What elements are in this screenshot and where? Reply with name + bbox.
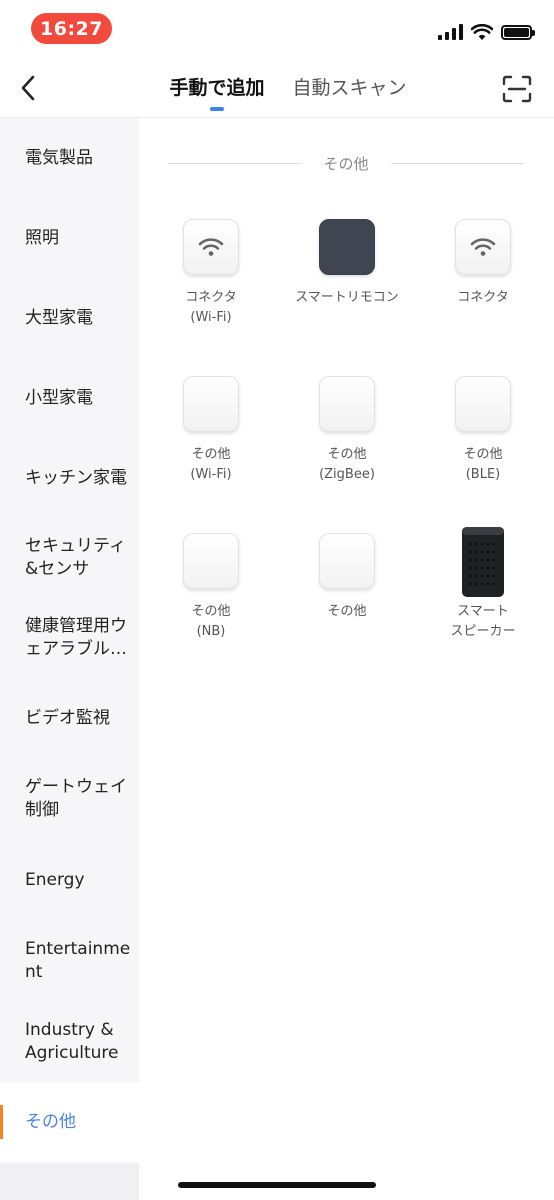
blank-device-icon xyxy=(319,376,375,432)
device-other[interactable]: その他 xyxy=(282,533,412,622)
scan-icon xyxy=(502,75,532,103)
device-name: その他 xyxy=(463,447,503,462)
device-name: その他 xyxy=(191,604,231,619)
blank-device-icon xyxy=(183,533,239,589)
sidebar-item-label: ビデオ監視 xyxy=(25,707,110,728)
blank-device-icon xyxy=(319,533,375,589)
sidebar-item-label: その他 xyxy=(25,1111,76,1132)
section-title: その他 xyxy=(323,155,369,173)
tab-bar: 手動で追加 自動スキャン xyxy=(0,72,554,111)
wifi-icon xyxy=(183,219,239,275)
device-label: その他 (BLE) xyxy=(463,445,502,485)
device-name-line2: スピーカー xyxy=(450,624,516,639)
divider xyxy=(168,163,302,164)
sidebar-item-label: 大型家電 xyxy=(25,307,93,328)
divider xyxy=(390,163,525,164)
sidebar-item-lighting[interactable]: 照明 xyxy=(0,198,139,278)
device-smart-speaker[interactable]: スマート スピーカー xyxy=(418,527,548,642)
sidebar-item-industry-agriculture[interactable]: Industry & Agriculture xyxy=(0,1002,139,1082)
device-label: スマートリモコン xyxy=(295,288,399,308)
device-protocol: (BLE) xyxy=(465,467,501,482)
device-name: その他 xyxy=(327,447,367,462)
sidebar-item-large-appliances[interactable]: 大型家電 xyxy=(0,278,139,358)
category-sidebar: 電気製品 照明 大型家電 小型家電 キッチン家電 セキュリティ&センサ 健康管理… xyxy=(0,118,139,1164)
tab-label: 手動で追加 xyxy=(169,77,265,99)
tab-manual-add[interactable]: 手動で追加 xyxy=(169,72,265,111)
selected-indicator xyxy=(0,1105,3,1139)
device-name: コネクタ xyxy=(185,290,237,305)
sidebar-item-label: 小型家電 xyxy=(25,387,93,408)
sidebar-item-label: Industry & Agriculture xyxy=(25,1020,119,1063)
blank-device-icon xyxy=(183,376,239,432)
tab-label: 自動スキャン xyxy=(292,77,407,99)
blank-device-icon xyxy=(455,376,511,432)
sidebar-item-small-appliances[interactable]: 小型家電 xyxy=(0,358,139,438)
device-connector-wifi[interactable]: コネクタ (Wi-Fi) xyxy=(146,219,276,328)
device-label: コネクタ xyxy=(457,288,508,308)
tab-active-indicator xyxy=(209,107,224,111)
section-header: その他 xyxy=(168,153,525,174)
remote-icon xyxy=(319,219,375,275)
scan-button[interactable] xyxy=(502,75,532,103)
device-protocol: (ZigBee) xyxy=(319,467,375,482)
sidebar-item-other[interactable]: その他 xyxy=(0,1082,139,1162)
device-name: スマートリモコン xyxy=(295,290,399,305)
device-label: その他 (ZigBee) xyxy=(319,445,375,485)
sidebar-item-health-wearables[interactable]: 健康管理用ウェアラブル… xyxy=(0,598,139,678)
device-protocol: (Wi-Fi) xyxy=(190,467,232,482)
status-bar: 16:27 xyxy=(0,0,554,56)
device-other-zigbee[interactable]: その他 (ZigBee) xyxy=(282,376,412,485)
sidebar-item-label: ゲートウェイ制御 xyxy=(25,777,127,820)
speaker-icon xyxy=(461,527,505,597)
device-other-wifi[interactable]: その他 (Wi-Fi) xyxy=(146,376,276,485)
device-label: コネクタ (Wi-Fi) xyxy=(185,288,236,328)
sidebar-item-label: 健康管理用ウェアラブル… xyxy=(25,616,127,659)
sidebar-item-energy[interactable]: Energy xyxy=(0,840,139,920)
sidebar-item-gateway-control[interactable]: ゲートウェイ制御 xyxy=(0,758,139,840)
sidebar-item-video-surveillance[interactable]: ビデオ監視 xyxy=(0,678,139,758)
device-label: その他 xyxy=(327,602,366,622)
device-label: その他 (NB) xyxy=(191,602,230,642)
battery-icon xyxy=(501,24,535,40)
device-other-nb[interactable]: その他 (NB) xyxy=(146,533,276,642)
sidebar-item-label: セキュリティ&センサ xyxy=(25,536,126,579)
sidebar-item-label: 電気製品 xyxy=(25,147,93,168)
device-protocol: (NB) xyxy=(196,624,226,639)
device-connector[interactable]: コネクタ xyxy=(418,219,548,308)
device-name: その他 xyxy=(327,604,367,619)
sidebar-item-security-sensors[interactable]: セキュリティ&センサ xyxy=(0,518,139,598)
device-label: その他 (Wi-Fi) xyxy=(190,445,231,485)
sidebar-item-label: キッチン家電 xyxy=(25,467,127,488)
device-protocol: (Wi-Fi) xyxy=(190,310,232,325)
tab-auto-scan[interactable]: 自動スキャン xyxy=(293,72,407,104)
sidebar-item-label: Entertainment xyxy=(25,939,131,982)
sidebar-footer xyxy=(0,1164,139,1200)
device-label: スマート スピーカー xyxy=(450,602,515,642)
device-smart-remote[interactable]: スマートリモコン xyxy=(282,219,412,308)
sidebar-item-kitchen[interactable]: キッチン家電 xyxy=(0,438,139,518)
wifi-icon xyxy=(455,219,511,275)
sidebar-item-label: 照明 xyxy=(25,227,59,248)
sidebar-item-label: Energy xyxy=(25,869,85,890)
device-name: その他 xyxy=(191,447,231,462)
header: 手動で追加 自動スキャン xyxy=(0,56,554,118)
sidebar-item-appliances[interactable]: 電気製品 xyxy=(0,118,139,198)
device-list-panel: その他 コネクタ (Wi-Fi) スマートリモコン コネクタ その他 (Wi-F… xyxy=(139,118,554,1200)
home-indicator[interactable] xyxy=(178,1182,376,1188)
status-icons xyxy=(438,22,535,42)
cellular-signal-icon xyxy=(438,24,463,40)
sidebar-item-entertainment[interactable]: Entertainment xyxy=(0,920,139,1002)
device-name: コネクタ xyxy=(457,290,509,305)
device-name: スマート xyxy=(457,604,509,619)
wifi-status-icon xyxy=(471,23,493,40)
status-time: 16:27 xyxy=(31,13,112,44)
device-other-ble[interactable]: その他 (BLE) xyxy=(418,376,548,485)
